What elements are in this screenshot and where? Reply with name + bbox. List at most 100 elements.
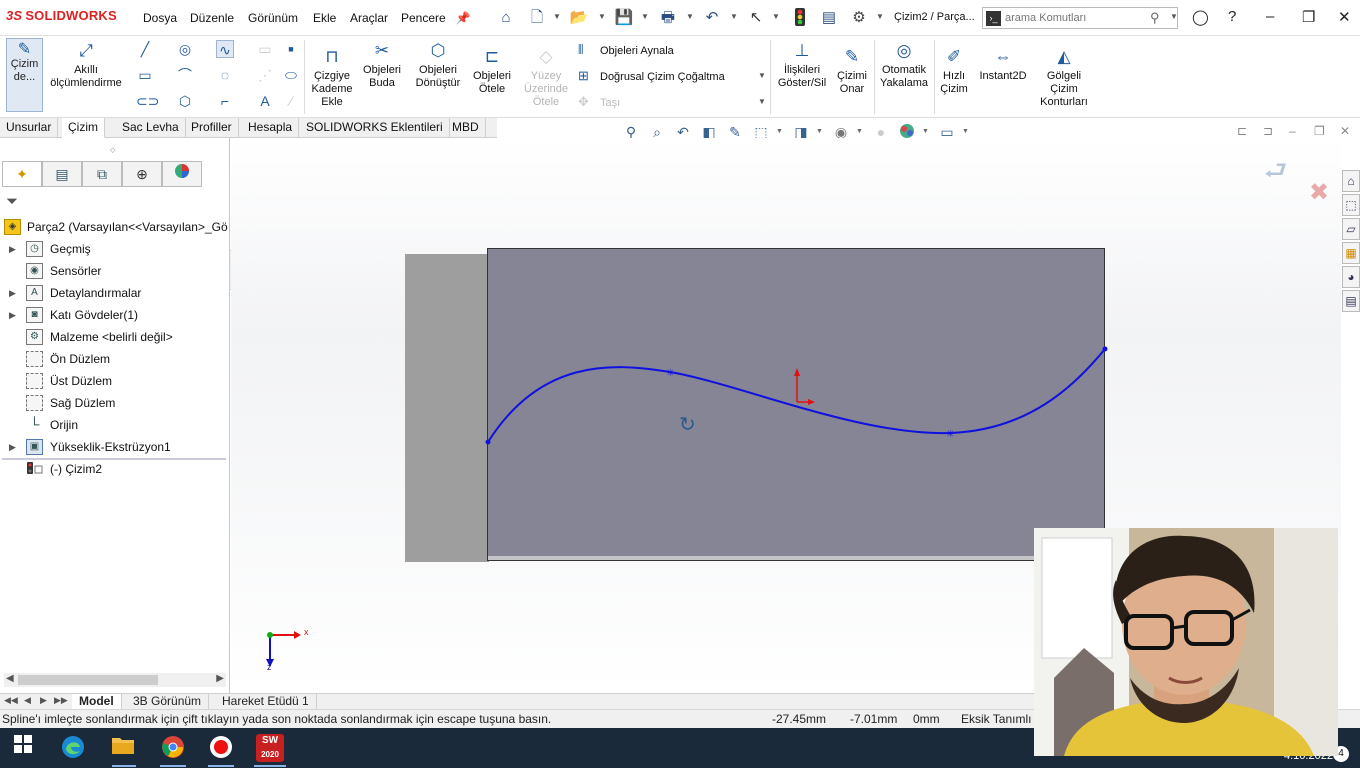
task-pane-view-palette-icon[interactable]: ▦ (1342, 242, 1360, 264)
tree-item-solid-bodies[interactable]: ▶ ◙ Katı Gövdeler(1) (0, 304, 228, 326)
scroll-right-icon[interactable]: ▶ (216, 673, 224, 684)
tree-item-front-plane[interactable]: Ön Düzlem (0, 348, 228, 370)
slot-icon[interactable]: ⊂⊃ (136, 92, 159, 110)
search-input[interactable] (1005, 10, 1145, 26)
undo-icon[interactable]: ↶ (702, 8, 722, 28)
scroll-left-icon[interactable]: ◀ (6, 673, 14, 684)
tab-mbd[interactable]: MBD (446, 118, 486, 138)
tree-item-origin[interactable]: └ Orijin (0, 414, 228, 436)
task-pane-appearances-icon[interactable]: ◕ (1342, 266, 1360, 288)
menu-pencere[interactable]: Pencere (401, 11, 446, 25)
linear-pattern-button[interactable]: ⊞ Doğrusal Çizim Çoğaltma (578, 68, 725, 84)
chevron-down-icon[interactable]: ▼ (876, 12, 884, 21)
select-arrow-icon[interactable]: ↖ (746, 8, 766, 28)
spline-icon[interactable]: ∿ (216, 40, 234, 58)
mirror-entities-button[interactable]: ⫴ Objeleri Aynala (578, 42, 674, 58)
menu-dosya[interactable]: Dosya (143, 11, 177, 25)
tree-item-top-plane[interactable]: Üst Düzlem (0, 370, 228, 392)
tab-3d-view[interactable]: 3B Görünüm (126, 694, 210, 710)
tab-solidworks-eklentileri[interactable]: SOLIDWORKS Eklentileri (300, 118, 450, 138)
chevron-down-icon[interactable]: ▼ (962, 128, 969, 135)
ellipse-full-icon[interactable]: ⬭ (282, 66, 300, 84)
print-icon[interactable]: 🖶 (658, 8, 678, 28)
chevron-down-icon[interactable]: ▼ (856, 128, 863, 135)
chevron-down-icon[interactable]: ▼ (758, 71, 766, 80)
menu-ekle[interactable]: Ekle (313, 11, 336, 25)
chevron-down-icon[interactable]: ▼ (730, 12, 738, 21)
tree-item-annotations[interactable]: ▶ A Detaylandırmalar (0, 282, 228, 304)
property-manager-tab[interactable]: ▤ (42, 161, 82, 187)
repair-sketch-button[interactable]: ✎ Çizimi Onar (832, 46, 872, 96)
menu-gorunum[interactable]: Görünüm (248, 11, 298, 25)
solidworks-taskbar-icon[interactable]: SW 2020 (256, 734, 284, 762)
instant2d-button[interactable]: ⇔ Instant2D (976, 46, 1030, 83)
quick-snaps-button[interactable]: ◎ Otomatik Yakalama (876, 40, 932, 90)
user-account-icon[interactable]: ◯ (1192, 8, 1209, 26)
horizontal-scrollbar[interactable]: ◀ ▶ (4, 673, 226, 687)
line-icon[interactable]: ╱ (136, 40, 154, 58)
chevron-down-icon[interactable]: ▼ (772, 12, 780, 21)
tree-item-active-sketch[interactable]: (-) Çizim2 (0, 458, 228, 480)
chevron-down-icon[interactable]: ▼ (922, 128, 929, 135)
shaded-sketch-contours-button[interactable]: ◭ Gölgeli Çizim Konturları (1034, 46, 1094, 109)
arc-icon[interactable]: ⌒ (176, 66, 194, 84)
solidworks-logo[interactable]: 3S SOLIDWORKS (6, 8, 117, 23)
next-tab-icon[interactable]: ▶ (40, 695, 47, 706)
jog-line-button[interactable]: ⊓ Çizgiye Kademe Ekle (308, 46, 356, 109)
viewport-close-icon[interactable]: ✕ (1340, 124, 1350, 138)
tab-motion-study[interactable]: Hareket Etüdü 1 (215, 694, 317, 710)
screen-recorder-icon[interactable] (208, 735, 234, 761)
options-gear-icon[interactable]: ⚙ (849, 8, 869, 28)
configuration-manager-tab[interactable]: ⧉ (82, 161, 122, 187)
close-icon[interactable]: ✕ (1338, 8, 1351, 26)
fillet-icon[interactable]: ⌐ (216, 92, 234, 110)
edge-browser-icon[interactable] (60, 735, 86, 761)
confirmation-corner-exit-icon[interactable]: ⮐ (1264, 152, 1310, 186)
circle-icon[interactable]: ◎ (176, 40, 194, 58)
tree-item-right-plane[interactable]: Sağ Düzlem (0, 392, 228, 414)
tree-item-history[interactable]: ▶ ◷ Geçmiş (0, 238, 228, 260)
chevron-down-icon[interactable]: ▼ (641, 12, 649, 21)
text-icon[interactable]: A (256, 92, 274, 110)
rectangle-icon[interactable]: ▭ (136, 66, 154, 84)
confirmation-corner-cancel-icon[interactable]: ✖ (1309, 178, 1329, 207)
display-manager-tab[interactable] (162, 161, 202, 187)
expand-arrow-icon[interactable]: ▶ (9, 282, 16, 304)
search-icon[interactable]: ⚲ (1150, 10, 1160, 26)
rebuild-traffic-light-icon[interactable] (790, 8, 810, 28)
chevron-down-icon[interactable]: ▼ (776, 128, 783, 135)
windows-start-icon[interactable] (10, 735, 36, 761)
rapid-sketch-button[interactable]: ✐ Hızlı Çizim (936, 46, 972, 96)
trim-entities-button[interactable]: ✂ Objeleri Buda (358, 40, 406, 90)
expand-arrow-icon[interactable]: ▶ (9, 238, 16, 260)
polygon-icon[interactable]: ⬡ (176, 92, 194, 110)
tab-unsurlar[interactable]: Unsurlar (0, 118, 59, 138)
file-explorer-icon[interactable] (110, 735, 136, 761)
chevron-down-icon[interactable]: ▼ (598, 12, 606, 21)
task-pane-home-icon[interactable]: ⌂ (1342, 170, 1360, 192)
feature-manager-tab[interactable]: ✦ (2, 161, 42, 187)
pin-icon[interactable]: 📌 (453, 8, 473, 28)
save-icon[interactable]: 💾 (614, 8, 634, 28)
menu-duzenle[interactable]: Düzenle (190, 11, 234, 25)
filter-icon[interactable]: ⏷ (6, 193, 18, 210)
last-tab-icon[interactable]: ▶▶ (54, 695, 68, 706)
task-pane-library-icon[interactable]: ⬚ (1342, 194, 1360, 216)
tree-item-boss-extrude[interactable]: ▶ ▣ Yükseklik-Ekstrüzyon1 (0, 436, 228, 458)
tree-item-sensors[interactable]: ◉ Sensörler (0, 260, 228, 282)
chrome-icon[interactable] (160, 735, 186, 761)
open-icon[interactable]: 📂 (569, 8, 589, 28)
tab-model[interactable]: Model (72, 694, 122, 710)
file-properties-icon[interactable]: ▤ (819, 8, 839, 28)
minimize-icon[interactable]: – (1266, 8, 1274, 25)
exit-sketch-button[interactable]: ✎ Çizim de... (6, 38, 43, 112)
viewport-tile-right-icon[interactable]: ⊐ (1263, 124, 1273, 138)
panel-collapse-handle-icon[interactable]: ◇ (110, 146, 115, 154)
tree-item-material[interactable]: ⚙ Malzeme <belirli değil> (0, 326, 228, 348)
viewport-restore-icon[interactable]: ❐ (1314, 124, 1325, 138)
tab-profiller[interactable]: Profiller (185, 118, 239, 138)
chevron-down-icon[interactable]: ▼ (1170, 12, 1178, 21)
prev-tab-icon[interactable]: ◀ (24, 695, 31, 706)
task-pane-explorer-icon[interactable]: ▱ (1342, 218, 1360, 240)
point-icon[interactable]: ■ (282, 40, 300, 58)
